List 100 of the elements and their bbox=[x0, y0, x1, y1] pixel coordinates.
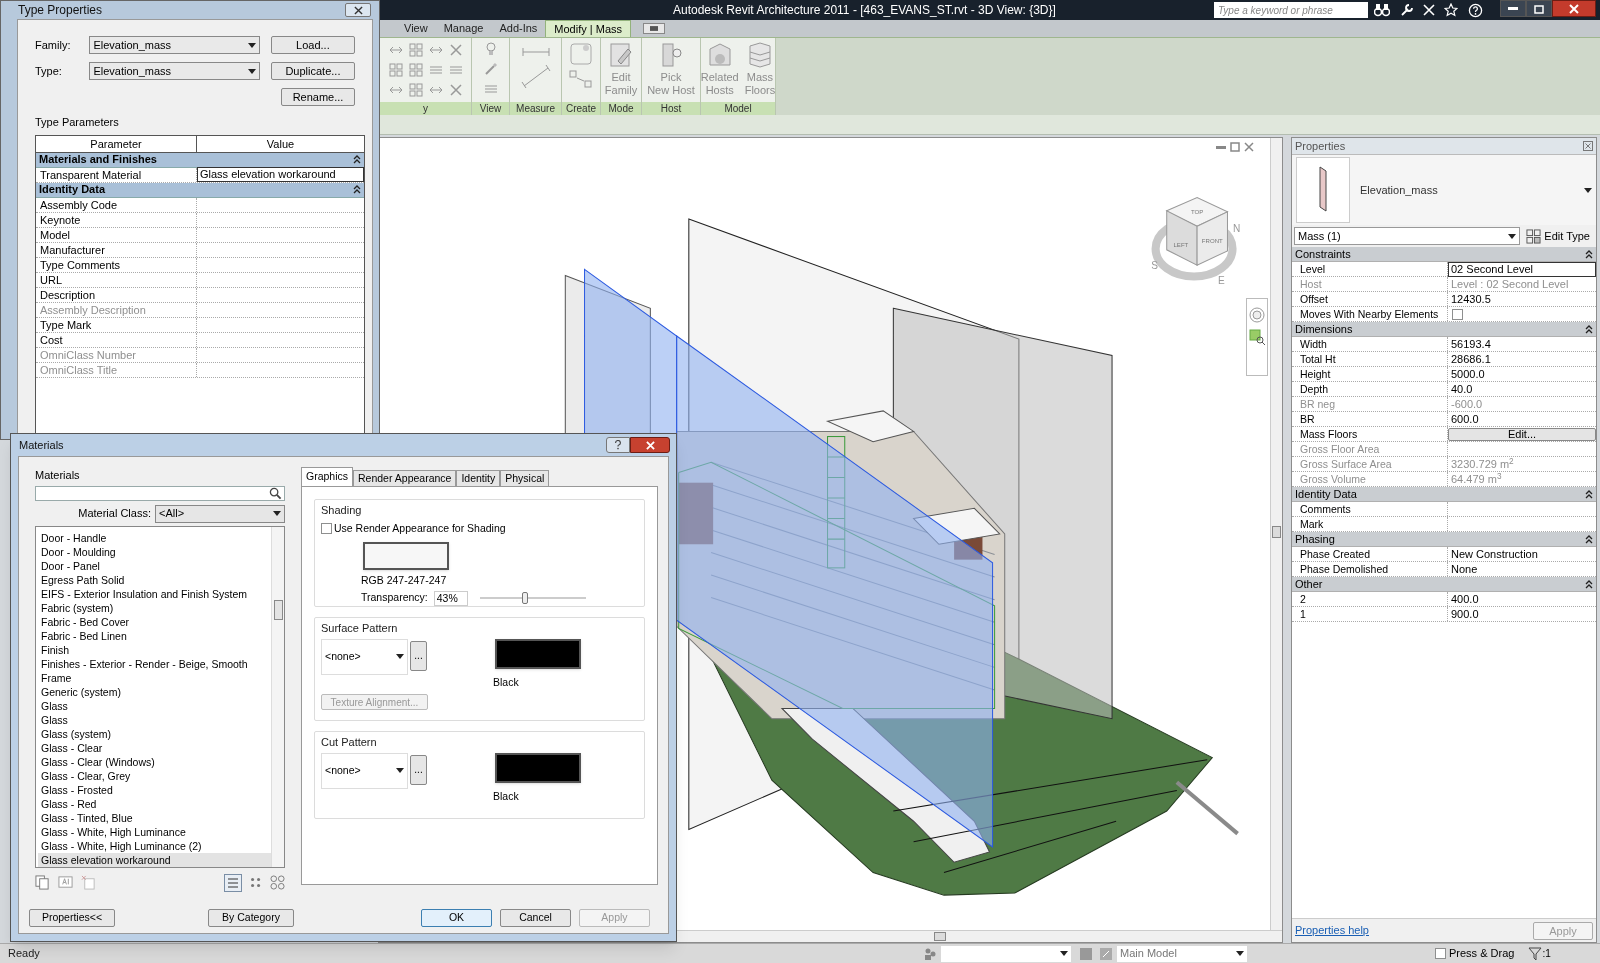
tab[interactable]: Graphics bbox=[301, 467, 353, 486]
list-item[interactable]: Door - Panel bbox=[38, 558, 271, 573]
instance-dropdown[interactable]: Mass (1) bbox=[1294, 227, 1521, 245]
zoom-icon[interactable] bbox=[1249, 329, 1265, 345]
dialog-button[interactable]: OK bbox=[421, 909, 492, 927]
duplicate-icon[interactable] bbox=[35, 875, 50, 890]
shading-toggle[interactable]: Use Render Appearance for Shading bbox=[321, 520, 638, 537]
ribbon-tab[interactable]: View bbox=[396, 20, 436, 37]
list-item[interactable]: Egress Path Solid bbox=[38, 572, 271, 587]
restore-button[interactable] bbox=[1526, 0, 1552, 17]
group-header[interactable]: Other bbox=[1292, 577, 1596, 592]
list-item[interactable]: Glass bbox=[38, 698, 271, 713]
brush-icon[interactable] bbox=[483, 62, 498, 76]
wrench-icon[interactable] bbox=[1400, 3, 1414, 17]
list-item[interactable]: Glass - White, High Luminance bbox=[38, 824, 271, 839]
steering-wheel-icon[interactable] bbox=[1249, 307, 1265, 323]
dialog-button[interactable]: By Category bbox=[208, 909, 294, 927]
list-item[interactable]: Fabric - Bed Cover bbox=[38, 614, 271, 629]
list-item[interactable]: Finish bbox=[38, 642, 271, 657]
list-item[interactable]: Generic (system) bbox=[38, 684, 271, 699]
dialog-button[interactable]: Rename... bbox=[281, 88, 355, 106]
tab[interactable]: Physical bbox=[500, 470, 550, 486]
binoculars-icon[interactable] bbox=[1374, 3, 1390, 17]
transparency-field[interactable]: 43% bbox=[433, 590, 468, 606]
scrollbar-thumb[interactable] bbox=[274, 599, 283, 620]
help-button[interactable] bbox=[606, 437, 630, 453]
dialog-button[interactable]: Properties<< bbox=[29, 909, 115, 927]
scrollbar-thumb[interactable] bbox=[1272, 526, 1281, 538]
dimension-icon[interactable] bbox=[520, 65, 551, 89]
color-swatch[interactable] bbox=[495, 752, 581, 783]
edit-button[interactable]: Edit... bbox=[1448, 427, 1596, 441]
worksets-icon[interactable] bbox=[923, 946, 937, 961]
list-item[interactable]: Finishes - Exterior - Render - Beige, Smooth bbox=[38, 656, 271, 671]
list-item[interactable]: Glass bbox=[38, 712, 271, 727]
tab[interactable]: Render Appearance bbox=[353, 470, 457, 486]
collapse-icon[interactable] bbox=[1585, 249, 1593, 259]
scrollbar-thumb[interactable] bbox=[934, 932, 946, 941]
delete-icon[interactable] bbox=[448, 83, 463, 97]
list-item[interactable]: Frame bbox=[38, 670, 271, 685]
lightbulb-icon[interactable] bbox=[483, 42, 498, 56]
list-item[interactable]: Door - Moulding bbox=[38, 544, 271, 559]
vertical-scrollbar[interactable] bbox=[271, 526, 284, 867]
list-item[interactable]: Door - Handle bbox=[38, 530, 271, 545]
panel-toggle-button[interactable] bbox=[643, 23, 665, 34]
list-view-icon[interactable] bbox=[224, 873, 242, 892]
minimize-icon[interactable] bbox=[1216, 145, 1226, 149]
vertical-scrollbar[interactable] bbox=[1270, 138, 1282, 930]
pattern-dropdown[interactable]: <none> bbox=[321, 752, 408, 789]
filter-icon[interactable] bbox=[1528, 946, 1543, 961]
dialog-button[interactable]: Duplicate... bbox=[270, 62, 355, 80]
model-dropdown[interactable]: Main Model bbox=[1117, 945, 1247, 962]
collapse-icon[interactable] bbox=[353, 155, 361, 164]
column-header[interactable]: Value bbox=[197, 135, 364, 152]
list-item[interactable]: Glass elevation workaround bbox=[38, 852, 271, 867]
dialog-button[interactable]: Load... bbox=[270, 36, 355, 54]
group-header[interactable]: Constraints bbox=[1292, 247, 1596, 262]
tab[interactable]: Identity bbox=[456, 470, 501, 486]
type-dropdown[interactable]: Elevation_mass bbox=[89, 62, 260, 80]
delete-icon[interactable] bbox=[448, 43, 463, 57]
checkbox[interactable] bbox=[321, 522, 332, 534]
ribbon-tab[interactable]: Modify | Mass bbox=[545, 20, 631, 37]
close-button[interactable] bbox=[630, 437, 670, 453]
collapse-icon[interactable] bbox=[1585, 534, 1593, 544]
search-field[interactable]: Type a keyword or phrase bbox=[1214, 2, 1368, 18]
grid-icon[interactable] bbox=[388, 63, 403, 77]
press-drag-toggle[interactable]: Press & Drag bbox=[1435, 945, 1515, 962]
value-field[interactable]: Glass elevation workaround bbox=[197, 167, 364, 182]
checkbox[interactable] bbox=[1435, 948, 1446, 959]
list-item[interactable]: Glass - Frosted bbox=[38, 782, 271, 797]
edit-type-button[interactable]: Edit Type bbox=[1526, 227, 1594, 245]
browse-button[interactable]: ... bbox=[410, 754, 427, 785]
color-swatch[interactable] bbox=[495, 638, 581, 669]
transparency-slider[interactable] bbox=[479, 592, 586, 605]
close-button[interactable] bbox=[1552, 0, 1596, 17]
editable-icon[interactable] bbox=[1099, 946, 1113, 961]
list-item[interactable]: Fabric (system) bbox=[38, 600, 271, 615]
column-header[interactable]: Parameter bbox=[36, 135, 197, 152]
list-item[interactable]: Fabric - Bed Linen bbox=[38, 628, 271, 643]
checkbox[interactable] bbox=[1452, 308, 1463, 320]
slider-thumb[interactable] bbox=[522, 592, 529, 605]
minimize-button[interactable] bbox=[1500, 0, 1526, 17]
group-icon[interactable] bbox=[568, 69, 594, 89]
collapse-icon[interactable] bbox=[1585, 489, 1593, 499]
search-field[interactable] bbox=[35, 485, 285, 501]
list-item[interactable]: Glass - Red bbox=[38, 796, 271, 811]
grid-icon[interactable] bbox=[408, 83, 423, 97]
close-icon[interactable] bbox=[1244, 142, 1254, 152]
list-item[interactable]: Glass - Tinted, Blue bbox=[38, 810, 271, 825]
dialog-button[interactable]: Cancel bbox=[500, 909, 571, 927]
small-icons-icon[interactable] bbox=[250, 876, 262, 889]
list-item[interactable]: Glass - Clear, Grey bbox=[38, 768, 271, 783]
tools-icon[interactable] bbox=[1422, 3, 1436, 17]
group-header[interactable]: Identity Data bbox=[1292, 487, 1596, 502]
color-swatch[interactable] bbox=[363, 542, 449, 570]
pattern-dropdown[interactable]: <none> bbox=[321, 638, 408, 675]
collapse-icon[interactable] bbox=[1585, 579, 1593, 589]
collapse-icon[interactable] bbox=[353, 185, 361, 194]
group-header[interactable]: Dimensions bbox=[1292, 322, 1596, 337]
collapse-icon[interactable] bbox=[1585, 324, 1593, 334]
star-icon[interactable] bbox=[1444, 3, 1458, 17]
